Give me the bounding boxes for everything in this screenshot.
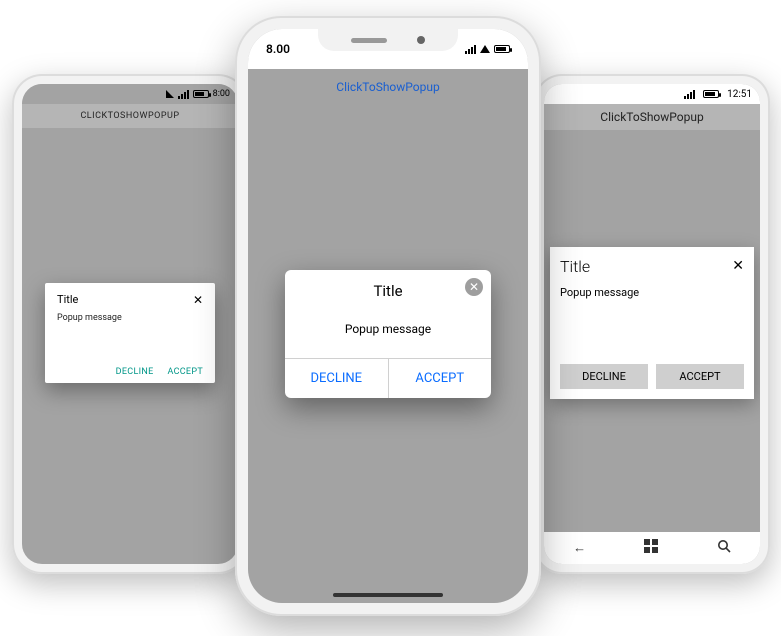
accept-button[interactable]: ACCEPT — [388, 359, 492, 398]
android-content: Title ✕ Popup message DECLINE ACCEPT — [22, 128, 238, 564]
ios-screen: 8.00 ClickToShowPopup Title ✕ Popup mess… — [248, 29, 528, 603]
windows-popup: Title ✕ Popup message DECLINE ACCEPT — [550, 247, 754, 399]
windows-icon[interactable] — [644, 539, 658, 557]
signal-icon — [178, 90, 189, 99]
ios-link-bar[interactable]: ClickToShowPopup — [248, 69, 528, 105]
close-circle-icon[interactable]: ✕ — [465, 278, 483, 296]
decline-button[interactable]: DECLINE — [560, 364, 648, 389]
windows-time: 12:51 — [727, 89, 752, 100]
android-popup: Title ✕ Popup message DECLINE ACCEPT — [45, 283, 215, 383]
windows-app-bar[interactable]: ClickToShowPopup — [544, 104, 760, 130]
close-icon[interactable]: ✕ — [732, 258, 744, 274]
ios-device-frame: 8.00 ClickToShowPopup Title ✕ Popup mess… — [235, 16, 541, 616]
battery-icon — [703, 90, 719, 98]
home-indicator[interactable] — [333, 593, 443, 597]
ios-notch — [318, 29, 458, 51]
signal-icon — [465, 45, 476, 54]
android-time: 8:00 — [213, 89, 230, 99]
speaker-icon — [351, 38, 387, 43]
battery-icon — [494, 45, 510, 53]
android-app-title: CLICKTOSHOWPOPUP — [80, 111, 179, 121]
windows-device-frame: 12:51 ClickToShowPopup Title ✕ Popup mes… — [534, 74, 770, 574]
back-button[interactable]: ← — [573, 540, 586, 556]
popup-message: Popup message — [57, 313, 203, 361]
decline-button[interactable]: DECLINE — [285, 359, 388, 398]
windows-app-title: ClickToShowPopup — [600, 110, 703, 124]
battery-icon — [193, 90, 209, 98]
android-screen: 8:00 CLICKTOSHOWPOPUP Title ✕ Popup mess… — [22, 84, 238, 564]
windows-screen: 12:51 ClickToShowPopup Title ✕ Popup mes… — [544, 84, 760, 564]
popup-message: Popup message — [560, 286, 744, 364]
android-app-bar[interactable]: CLICKTOSHOWPOPUP — [22, 104, 238, 128]
windows-status-bar: 12:51 — [544, 84, 760, 104]
search-icon[interactable] — [717, 539, 731, 557]
popup-message: Popup message — [285, 304, 491, 358]
close-icon[interactable]: ✕ — [193, 293, 203, 307]
windows-nav-bar: ← — [544, 532, 760, 564]
location-icon — [166, 90, 174, 98]
ios-content: Title ✕ Popup message DECLINE ACCEPT — [248, 105, 528, 603]
accept-button[interactable]: ACCEPT — [656, 364, 744, 389]
accept-button[interactable]: ACCEPT — [167, 367, 203, 377]
wifi-icon — [480, 45, 490, 53]
signal-icon — [684, 90, 695, 99]
decline-button[interactable]: DECLINE — [116, 367, 154, 377]
android-device-frame: 8:00 CLICKTOSHOWPOPUP Title ✕ Popup mess… — [12, 74, 248, 574]
android-status-bar: 8:00 — [22, 84, 238, 104]
ios-popup: Title ✕ Popup message DECLINE ACCEPT — [285, 270, 491, 398]
popup-title: Title — [560, 257, 590, 276]
ios-time: 8.00 — [266, 42, 290, 56]
camera-icon — [417, 36, 425, 44]
windows-content: Title ✕ Popup message DECLINE ACCEPT — [544, 130, 760, 532]
popup-title: Title — [57, 293, 78, 306]
ios-link[interactable]: ClickToShowPopup — [336, 80, 439, 94]
popup-title: Title — [373, 282, 402, 300]
